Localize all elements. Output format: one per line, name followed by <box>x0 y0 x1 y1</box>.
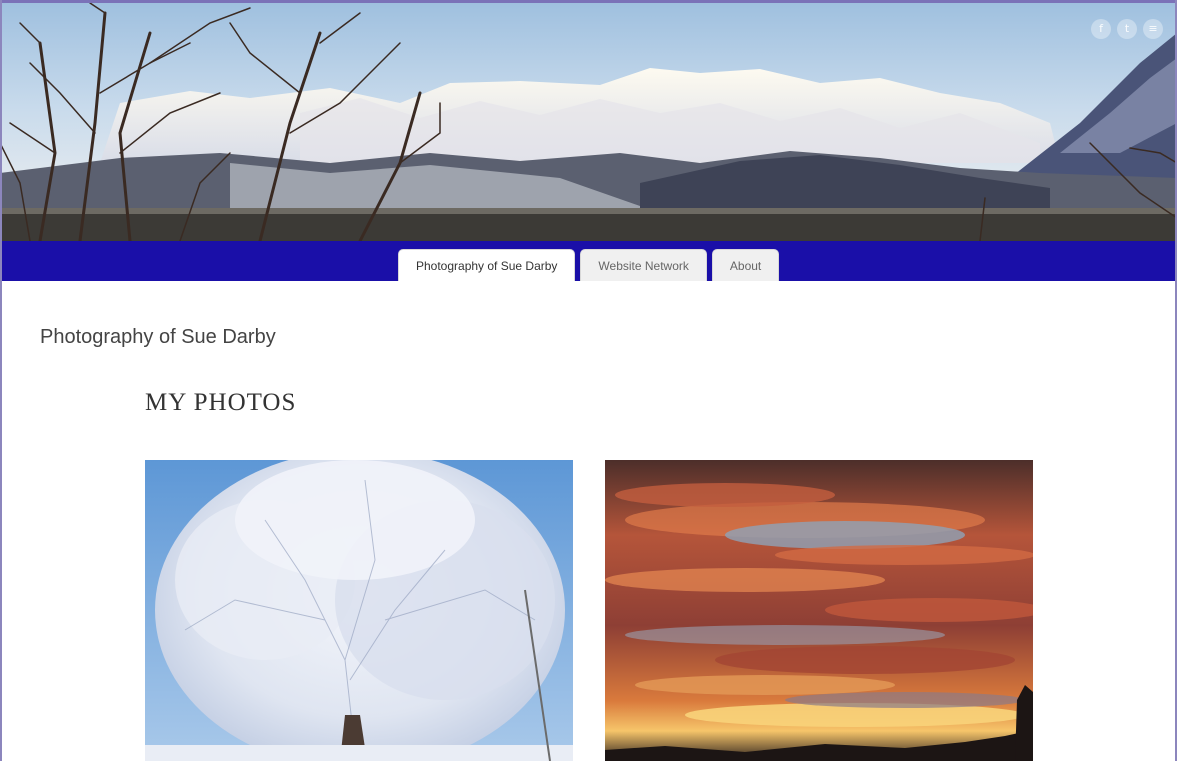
facebook-icon[interactable]: f <box>1091 19 1111 39</box>
header-banner-image: f t ≡ <box>0 3 1177 241</box>
rss-icon[interactable]: ≡ <box>1143 19 1163 39</box>
social-links: f t ≡ <box>1091 19 1163 39</box>
tab-photography-of-sue-darby[interactable]: Photography of Sue Darby <box>398 249 576 281</box>
site-title[interactable]: Photography of Sue Darby <box>40 326 276 349</box>
nav-tabs: Photography of Sue Darby Website Network… <box>398 249 780 281</box>
tab-website-network[interactable]: Website Network <box>580 249 707 281</box>
photo-thumbnail-frosted-tree[interactable] <box>145 460 573 761</box>
photo-thumbnail-sunset[interactable] <box>605 460 1033 761</box>
twitter-icon[interactable]: t <box>1117 19 1137 39</box>
window-left-border <box>0 0 2 761</box>
main-nav-bar: Photography of Sue Darby Website Network… <box>0 241 1177 281</box>
tab-about[interactable]: About <box>711 249 780 281</box>
section-heading: MY PHOTOS <box>145 389 297 416</box>
